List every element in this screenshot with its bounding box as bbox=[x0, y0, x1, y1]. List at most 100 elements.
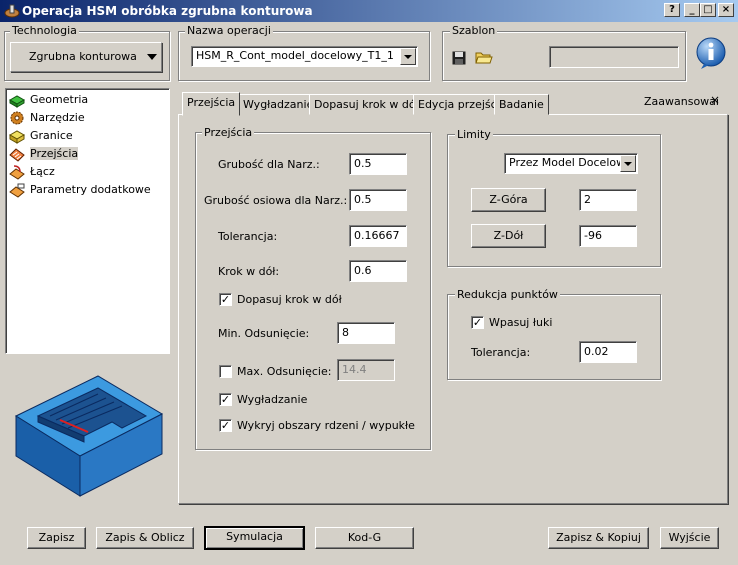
tab-label: Wygładzanie bbox=[243, 98, 314, 111]
tolerancja-value: 0.16667 bbox=[354, 229, 400, 242]
tab-label: Badanie bbox=[499, 98, 544, 111]
maximize-button[interactable]: □ bbox=[700, 3, 716, 17]
tree-item-label: Łącz bbox=[30, 165, 55, 178]
wygladzanie-checkbox[interactable]: ✓ bbox=[219, 393, 232, 406]
redukcja-tolerancja-input[interactable]: 0.02 bbox=[579, 341, 637, 363]
zapisz-kopiuj-button[interactable]: Zapisz & Kopiuj bbox=[548, 527, 649, 549]
toolpath-preview-image bbox=[14, 375, 164, 497]
z-gora-button[interactable]: Z-Góra bbox=[471, 188, 546, 212]
help-button[interactable]: ? bbox=[664, 3, 680, 17]
technologia-dropdown[interactable]: Zgrubna konturowa bbox=[10, 42, 162, 72]
tree-item-label: Przejścia bbox=[30, 147, 79, 160]
geometry-icon bbox=[8, 95, 26, 108]
tree-item-label: Geometria bbox=[30, 93, 89, 106]
z-dol-button[interactable]: Z-Dół bbox=[471, 224, 546, 248]
limity-legend: Limity bbox=[455, 128, 493, 141]
dopasuj-label: Dopasuj krok w dół bbox=[237, 293, 342, 306]
open-folder-icon[interactable] bbox=[475, 49, 493, 65]
max-odsuniecie-checkbox[interactable] bbox=[219, 365, 232, 378]
technologia-value: Zgrubna konturowa bbox=[29, 50, 137, 63]
app-icon bbox=[4, 4, 20, 18]
info-icon[interactable] bbox=[694, 36, 728, 70]
redukcja-tolerancja-value: 0.02 bbox=[584, 345, 609, 358]
wykryj-label: Wykryj obszary rdzeni / wypukłe bbox=[237, 419, 415, 432]
min-odsuniecie-value: 8 bbox=[342, 326, 349, 339]
z-gora-input[interactable]: 2 bbox=[579, 189, 637, 211]
max-odsuniecie-input: 14.4 bbox=[337, 359, 395, 381]
tree-item-narzedzie[interactable]: Narzędzie bbox=[10, 109, 85, 127]
zapisz-button[interactable]: Zapisz bbox=[27, 527, 86, 549]
min-odsuniecie-label: Min. Odsunięcie: bbox=[218, 327, 310, 340]
tab-wygladzanie[interactable]: Wygładzanie bbox=[238, 94, 319, 115]
tolerancja-label: Tolerancja: bbox=[218, 230, 278, 243]
nazwa-operacji-select[interactable]: HSM_R_Cont_model_docelowy_T1_1 bbox=[191, 46, 418, 67]
advanced-toggle[interactable]: Zaawansowane bbox=[644, 95, 718, 108]
window-title: Operacja HSM obróbka zgrubna konturowa bbox=[22, 4, 313, 18]
link-icon bbox=[9, 165, 25, 180]
tab-dopasuj-krok[interactable]: Dopasuj krok w dół bbox=[309, 94, 424, 115]
grubosc-label: Grubość dla Narz.: bbox=[218, 158, 320, 171]
grubosc-input[interactable]: 0.5 bbox=[349, 153, 407, 175]
tab-badanie[interactable]: Badanie bbox=[494, 94, 549, 115]
tree-item-label: Parametry dodatkowe bbox=[30, 183, 151, 196]
tolerancja-input[interactable]: 0.16667 bbox=[349, 225, 407, 247]
close-button[interactable]: × bbox=[718, 3, 734, 17]
limity-mode-select[interactable]: Przez Model Docelowy bbox=[504, 153, 638, 174]
minimize-button[interactable]: _ bbox=[684, 3, 700, 17]
z-gora-value: 2 bbox=[584, 193, 591, 206]
tab-label: Przejścia bbox=[187, 96, 236, 109]
tree-item-przejscia[interactable]: Przejścia bbox=[9, 145, 79, 163]
tree-item-lacz[interactable]: Łącz bbox=[9, 163, 55, 181]
max-odsuniecie-label: Max. Odsunięcie: bbox=[237, 365, 332, 378]
dopasuj-checkbox[interactable]: ✓ bbox=[219, 293, 232, 306]
nazwa-operacji-dropdown-button[interactable] bbox=[400, 48, 416, 65]
limity-mode-value: Przez Model Docelowy bbox=[509, 156, 632, 169]
tab-label: Edycja przejść bbox=[418, 98, 497, 111]
tab-label: Dopasuj krok w dół bbox=[314, 98, 419, 111]
technologia-legend: Technologia bbox=[10, 24, 79, 37]
tree-item-label: Granice bbox=[30, 129, 73, 142]
z-dol-value: -96 bbox=[584, 229, 602, 242]
parameters-icon bbox=[9, 183, 25, 198]
tree-item-granice[interactable]: Granice bbox=[8, 127, 73, 145]
szablon-field bbox=[549, 46, 679, 68]
grubosc-osiowa-label: Grubość osiowa dla Narz.: bbox=[204, 194, 348, 207]
redukcja-tolerancja-label: Tolerancja: bbox=[471, 346, 531, 359]
krok-value: 0.6 bbox=[354, 264, 372, 277]
save-icon[interactable] bbox=[452, 51, 466, 65]
tab-przejscia[interactable]: Przejścia bbox=[182, 92, 241, 116]
min-odsuniecie-input[interactable]: 8 bbox=[337, 322, 395, 344]
symulacja-button[interactable]: Symulacja bbox=[204, 526, 305, 550]
wpasuj-label: Wpasuj łuki bbox=[489, 316, 553, 329]
grubosc-osiowa-value: 0.5 bbox=[354, 193, 372, 206]
tree-item-label: Narzędzie bbox=[30, 111, 85, 124]
redukcja-legend: Redukcja punktów bbox=[455, 288, 560, 301]
wykryj-checkbox[interactable]: ✓ bbox=[219, 419, 232, 432]
wyjscie-button[interactable]: Wyjście bbox=[660, 527, 719, 549]
grubosc-osiowa-input[interactable]: 0.5 bbox=[349, 189, 407, 211]
tool-icon bbox=[10, 111, 24, 125]
tab-edycja-przejsc[interactable]: Edycja przejść bbox=[413, 94, 502, 115]
przejscia-legend: Przejścia bbox=[202, 126, 255, 139]
tree-item-geometria[interactable]: Geometria bbox=[8, 91, 89, 109]
limity-mode-dropdown-button[interactable] bbox=[620, 155, 636, 172]
redukcja-group bbox=[447, 294, 661, 380]
wpasuj-checkbox[interactable]: ✓ bbox=[471, 316, 484, 329]
wygladzanie-label: Wygładzanie bbox=[237, 393, 308, 406]
boundary-icon bbox=[8, 130, 26, 144]
close-icon[interactable]: × bbox=[710, 93, 720, 107]
kod-g-button[interactable]: Kod-G bbox=[315, 527, 414, 549]
nazwa-operacji-legend: Nazwa operacji bbox=[185, 24, 273, 37]
tree-item-parametry-dodatkowe[interactable]: Parametry dodatkowe bbox=[9, 181, 151, 199]
szablon-legend: Szablon bbox=[450, 24, 498, 37]
z-dol-input[interactable]: -96 bbox=[579, 225, 637, 247]
krok-input[interactable]: 0.6 bbox=[349, 260, 407, 282]
chevron-down-icon bbox=[147, 54, 157, 60]
max-odsuniecie-value: 14.4 bbox=[342, 363, 367, 376]
passes-icon bbox=[9, 148, 25, 162]
title-bar[interactable]: Operacja HSM obróbka zgrubna konturowa ?… bbox=[0, 0, 738, 22]
nazwa-operacji-value: HSM_R_Cont_model_docelowy_T1_1 bbox=[196, 49, 394, 62]
zapis-oblicz-button[interactable]: Zapis & Oblicz bbox=[96, 527, 194, 549]
grubosc-value: 0.5 bbox=[354, 157, 372, 170]
krok-label: Krok w dół: bbox=[218, 265, 280, 278]
